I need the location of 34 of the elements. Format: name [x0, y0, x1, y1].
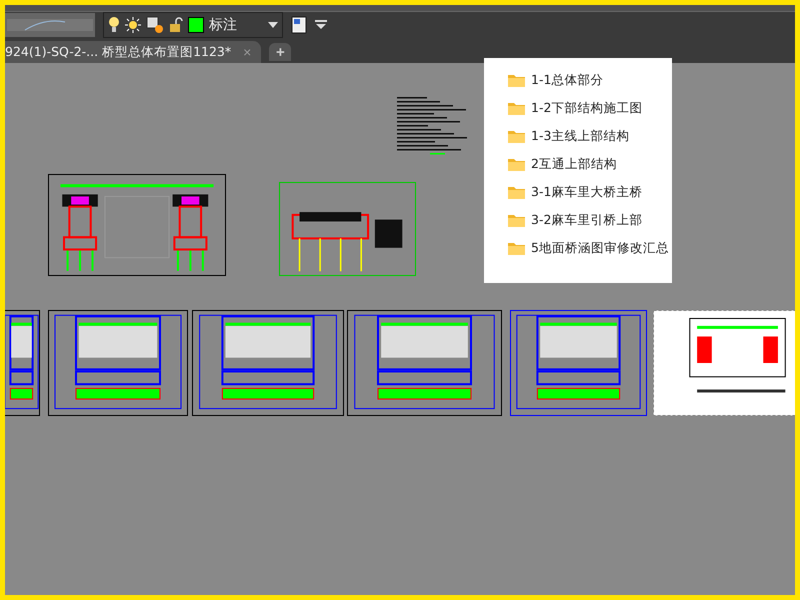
drawing-sheet[interactable]	[279, 182, 416, 276]
viewport-sun-icon[interactable]	[146, 16, 164, 34]
drawing-sheet[interactable]	[510, 310, 647, 416]
folder-icon	[508, 130, 525, 142]
folder-icon	[508, 74, 525, 86]
folder-icon	[508, 214, 525, 226]
overflow-caret-icon[interactable]	[315, 20, 327, 30]
sun-icon[interactable]	[125, 17, 141, 33]
folder-icon	[508, 186, 525, 198]
lightbulb-icon[interactable]	[108, 16, 120, 34]
folder-icon	[508, 242, 525, 254]
document-tab[interactable]: 924(1)-SQ-2-... 桥型总体布置图1123* ×	[5, 41, 262, 63]
layer-dropdown[interactable]: 标注	[103, 12, 283, 38]
layer-properties-icon[interactable]	[291, 16, 307, 34]
unlocked-padlock-icon[interactable]	[169, 17, 183, 33]
folder-icon	[508, 158, 525, 170]
drawing-sheet[interactable]	[48, 174, 226, 276]
layer-name: 标注	[209, 16, 238, 34]
drawing-sheet[interactable]	[48, 310, 188, 416]
folder-item[interactable]: 1-2下部结构施工图	[508, 98, 672, 118]
caret-icon[interactable]	[268, 22, 278, 28]
drawing-sheet[interactable]	[192, 310, 344, 416]
folder-item[interactable]: 5地面桥涵图审修改汇总	[508, 238, 672, 258]
folder-icon	[508, 102, 525, 114]
new-tab-button[interactable]: +	[269, 43, 292, 61]
folder-item[interactable]: 1-1总体部分	[508, 70, 672, 90]
drawing-sheet[interactable]	[5, 310, 40, 416]
drawing-sheet[interactable]	[347, 310, 502, 416]
folder-item[interactable]: 3-2麻车里引桥上部	[508, 210, 672, 230]
drawing-sheet[interactable]	[653, 310, 795, 416]
folder-item[interactable]: 1-3主线上部结构	[508, 126, 672, 146]
tab-title: 924(1)-SQ-2-... 桥型总体布置图1123*	[5, 44, 232, 60]
folder-item[interactable]: 2互通上部结构	[508, 154, 672, 174]
folder-item[interactable]: 3-1麻车里大桥主桥	[508, 182, 672, 202]
